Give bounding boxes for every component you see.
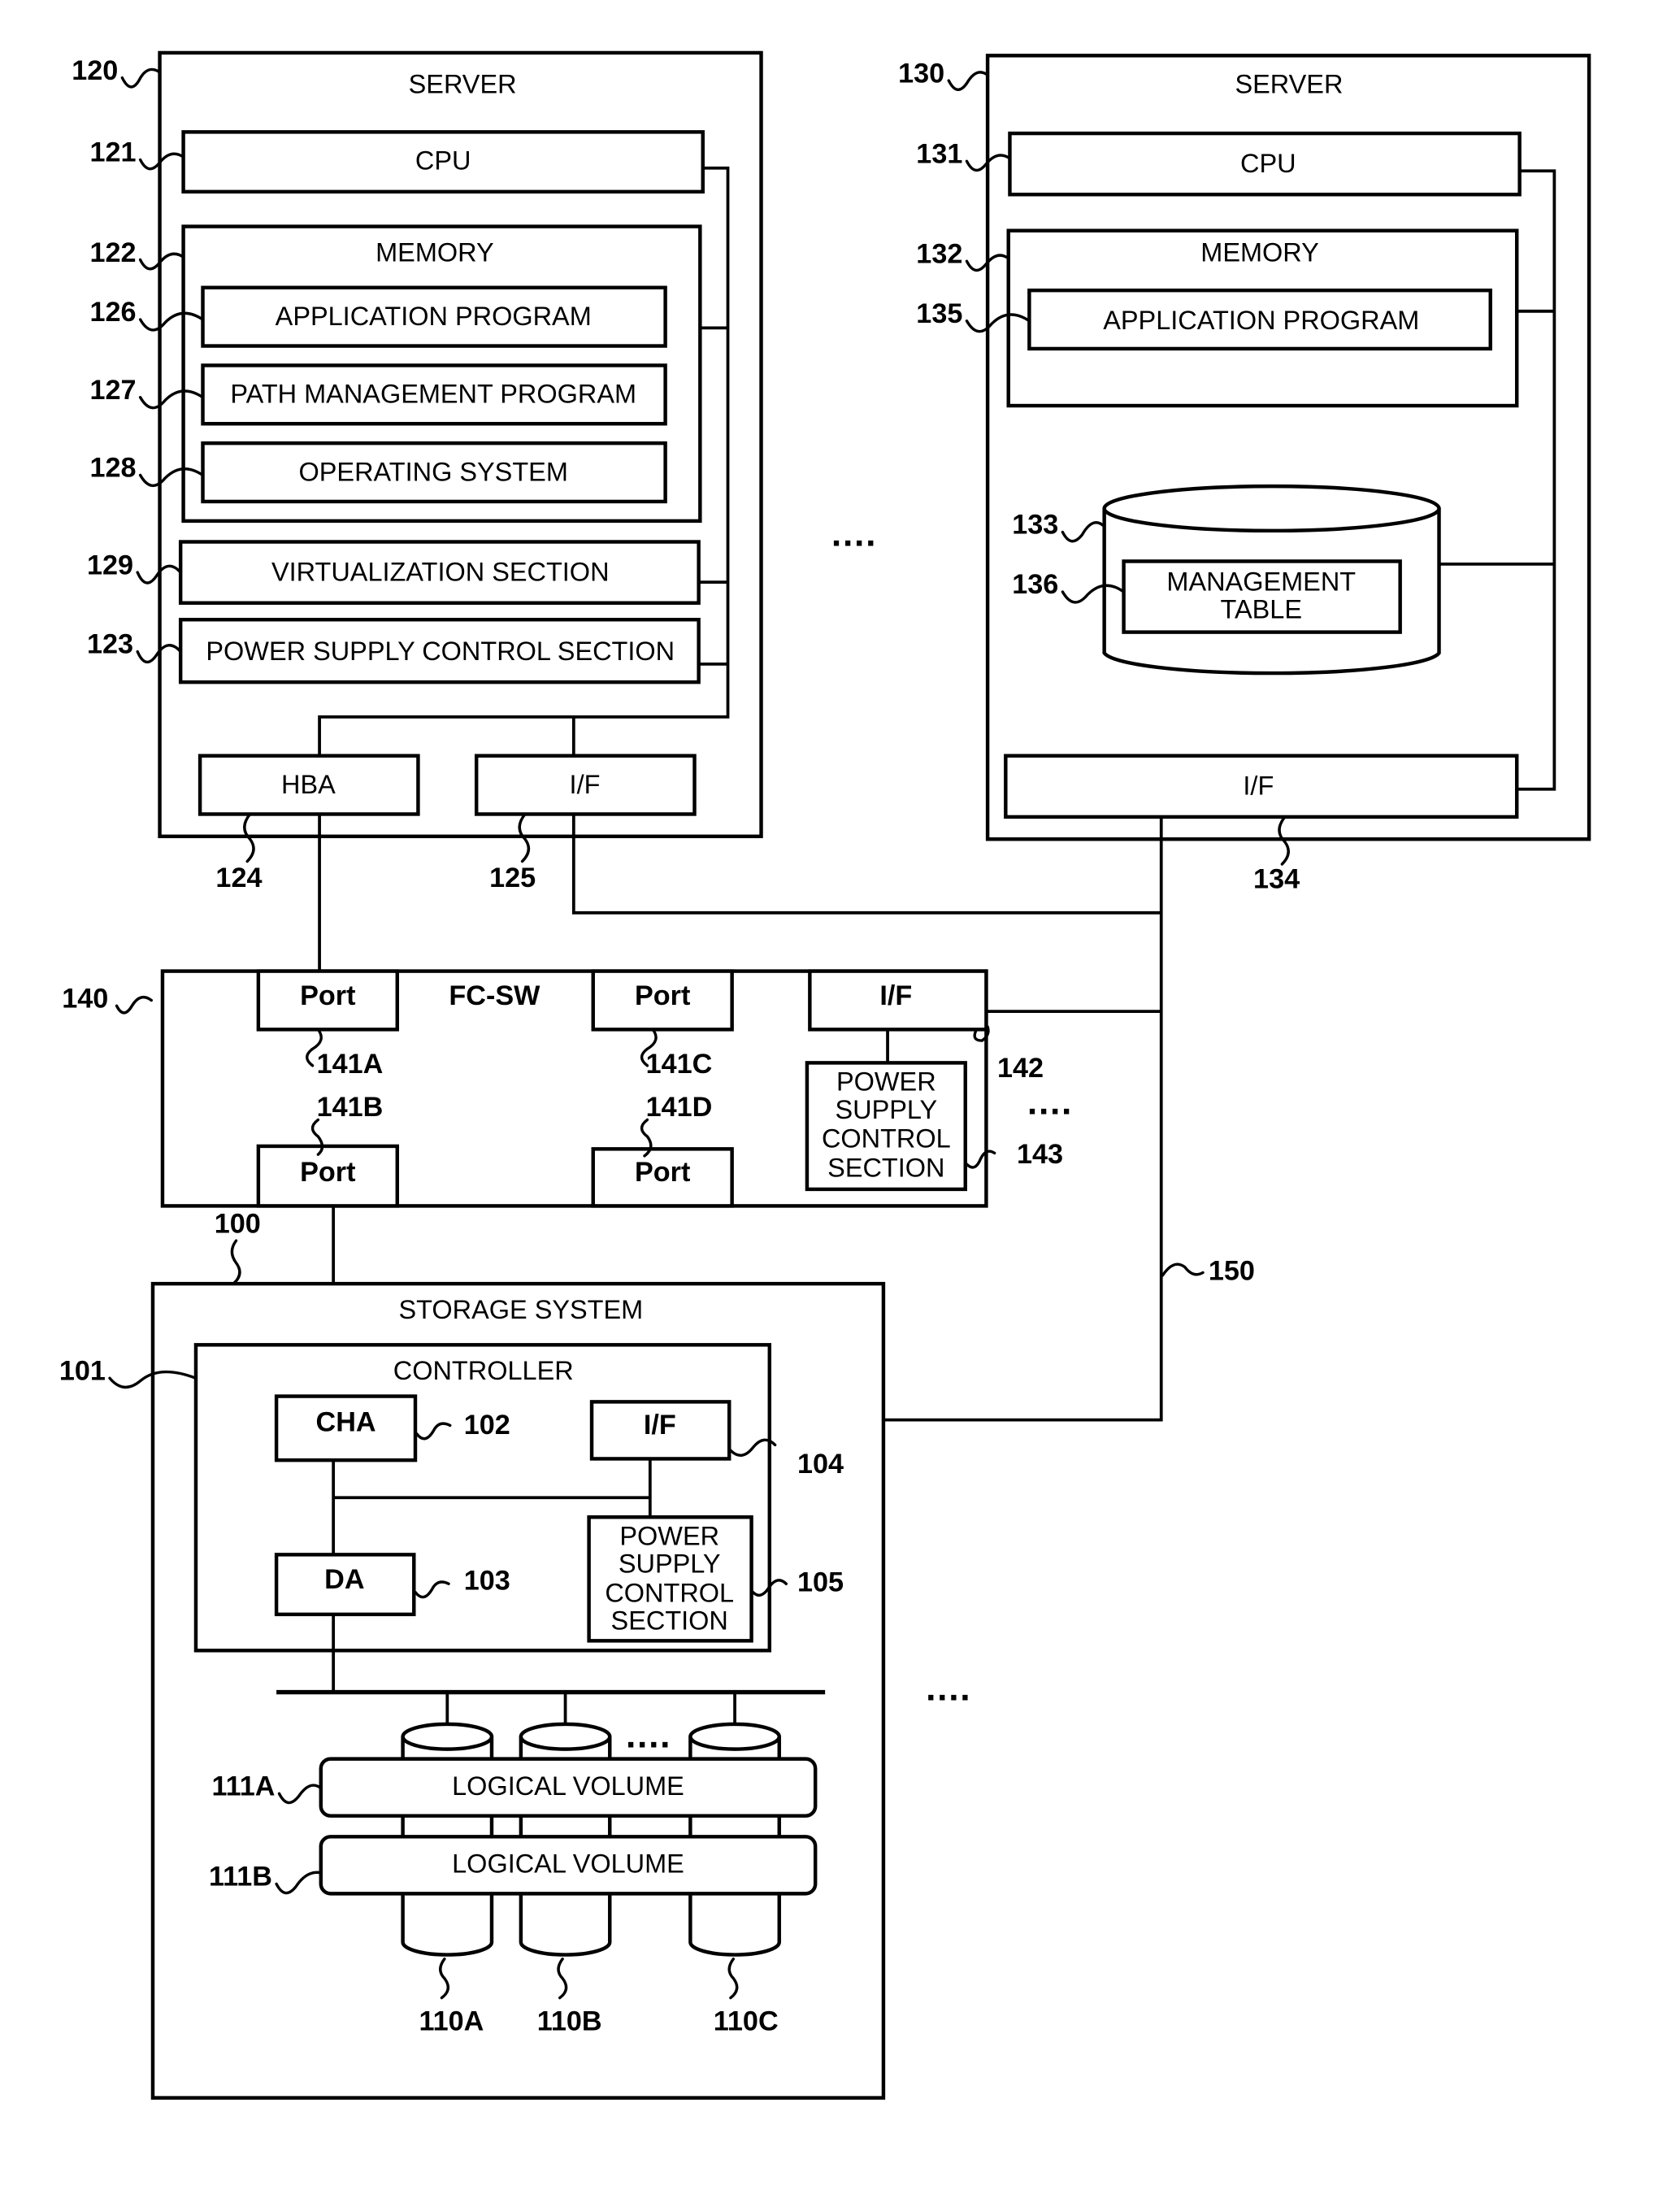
disk-110b-top bbox=[519, 1722, 612, 1751]
ref-122: 122 bbox=[89, 237, 136, 268]
ref-120: 120 bbox=[72, 55, 118, 86]
interface-104-label: I/F bbox=[644, 1410, 676, 1441]
ref-150: 150 bbox=[1209, 1255, 1255, 1286]
ref-103: 103 bbox=[464, 1566, 510, 1597]
interface-134-label: I/F bbox=[1243, 771, 1274, 801]
ref-135: 135 bbox=[916, 298, 962, 329]
memory-132-label: MEMORY bbox=[1200, 237, 1319, 267]
port-141d-label: Port bbox=[635, 1157, 690, 1188]
ref-141a: 141A bbox=[317, 1049, 384, 1080]
power-105-line4: SECTION bbox=[611, 1606, 728, 1636]
cha-102-label: CHA bbox=[316, 1407, 376, 1438]
disk-110c-top bbox=[688, 1722, 781, 1751]
application-program-135-label: APPLICATION PROGRAM bbox=[1103, 306, 1419, 335]
power-143-line4: SECTION bbox=[827, 1154, 944, 1183]
ref-126: 126 bbox=[89, 297, 136, 328]
port-141b-label: Port bbox=[300, 1157, 355, 1188]
ref-140: 140 bbox=[62, 984, 108, 1015]
ref-127: 127 bbox=[89, 375, 136, 406]
ref-100: 100 bbox=[215, 1208, 261, 1239]
more-disks-ellipsis: .... bbox=[626, 1716, 671, 1756]
ref-141b: 141B bbox=[317, 1092, 384, 1123]
ref-125: 125 bbox=[489, 863, 536, 893]
ref-133: 133 bbox=[1012, 510, 1058, 541]
more-switches-ellipsis: .... bbox=[1027, 1082, 1073, 1122]
ref-143: 143 bbox=[1017, 1139, 1063, 1170]
power-105-line1: POWER bbox=[619, 1521, 719, 1550]
ref-110b: 110B bbox=[537, 2006, 602, 2036]
ref-136: 136 bbox=[1012, 569, 1058, 600]
fc-switch-140-label: FC-SW bbox=[449, 980, 540, 1011]
more-servers-ellipsis: .... bbox=[831, 514, 877, 554]
management-table-136-line1: MANAGEMENT bbox=[1166, 567, 1356, 596]
ref-141d: 141D bbox=[646, 1092, 713, 1123]
power-105-line2: SUPPLY bbox=[619, 1549, 721, 1579]
ref-129: 129 bbox=[87, 550, 133, 580]
ref-123: 123 bbox=[87, 629, 133, 660]
storage-system-100-title: STORAGE SYSTEM bbox=[399, 1295, 644, 1324]
ref-124: 124 bbox=[215, 863, 262, 893]
ref-130: 130 bbox=[898, 58, 944, 89]
port-141c-label: Port bbox=[635, 980, 690, 1011]
server-120: SERVER CPU MEMORY APPLICATION PROGRAM PA… bbox=[72, 50, 763, 893]
power-supply-control-section-123-label: POWER SUPPLY CONTROL SECTION bbox=[206, 637, 675, 666]
interface-142-label: I/F bbox=[879, 980, 912, 1011]
storage-device-133-top bbox=[1102, 484, 1441, 533]
operating-system-128-label: OPERATING SYSTEM bbox=[299, 457, 568, 486]
application-program-126-label: APPLICATION PROGRAM bbox=[276, 302, 592, 331]
memory-122-label: MEMORY bbox=[376, 237, 494, 267]
ref-110c: 110C bbox=[714, 2006, 779, 2036]
port-141a-label: Port bbox=[300, 980, 355, 1011]
ref-102: 102 bbox=[464, 1410, 510, 1441]
disk-110a-top bbox=[401, 1722, 494, 1751]
hba-124-label: HBA bbox=[281, 770, 336, 799]
ref-134: 134 bbox=[1253, 864, 1300, 895]
ref-141c: 141C bbox=[646, 1049, 713, 1080]
server-130: SERVER CPU MEMORY APPLICATION PROGRAM MA… bbox=[898, 54, 1591, 895]
interface-125-label: I/F bbox=[570, 770, 601, 799]
power-105-line3: CONTROL bbox=[605, 1579, 734, 1608]
ref-131: 131 bbox=[916, 138, 962, 169]
ref-101: 101 bbox=[59, 1356, 106, 1387]
storage-system-100: STORAGE SYSTEM CONTROLLER CHA I/F DA POW… bbox=[59, 1208, 886, 2100]
ref-132: 132 bbox=[916, 238, 962, 269]
ref-104: 104 bbox=[797, 1449, 844, 1480]
server-130-title: SERVER bbox=[1235, 70, 1343, 99]
ref-128: 128 bbox=[89, 453, 136, 484]
logical-volume-111b-label: LOGICAL VOLUME bbox=[452, 1849, 684, 1879]
power-143-line2: SUPPLY bbox=[835, 1095, 937, 1124]
virtualization-section-129-label: VIRTUALIZATION SECTION bbox=[271, 557, 610, 586]
management-table-136-line2: TABLE bbox=[1221, 595, 1302, 624]
ref-142: 142 bbox=[997, 1053, 1044, 1084]
controller-101-label: CONTROLLER bbox=[393, 1356, 574, 1385]
cpu-131-label: CPU bbox=[1240, 149, 1296, 178]
server-120-title: SERVER bbox=[409, 70, 517, 99]
fc-switch-140: FC-SW Port Port I/F Port Port POWER SUPP… bbox=[62, 969, 1063, 1208]
ref-111b: 111B bbox=[209, 1862, 272, 1893]
ref-105: 105 bbox=[797, 1567, 844, 1597]
da-103-label: DA bbox=[324, 1564, 364, 1595]
power-143-line3: CONTROL bbox=[822, 1124, 951, 1154]
ref-111a: 111A bbox=[211, 1771, 275, 1802]
cpu-121-label: CPU bbox=[415, 146, 471, 176]
system-block-diagram: SERVER CPU MEMORY APPLICATION PROGRAM PA… bbox=[0, 0, 1667, 2212]
power-143-line1: POWER bbox=[836, 1067, 936, 1097]
path-management-program-127-label: PATH MANAGEMENT PROGRAM bbox=[230, 380, 636, 409]
ref-110a: 110A bbox=[419, 2006, 484, 2036]
logical-volume-111a-label: LOGICAL VOLUME bbox=[452, 1771, 684, 1801]
more-storage-ellipsis: .... bbox=[926, 1669, 971, 1709]
ref-121: 121 bbox=[89, 137, 136, 168]
